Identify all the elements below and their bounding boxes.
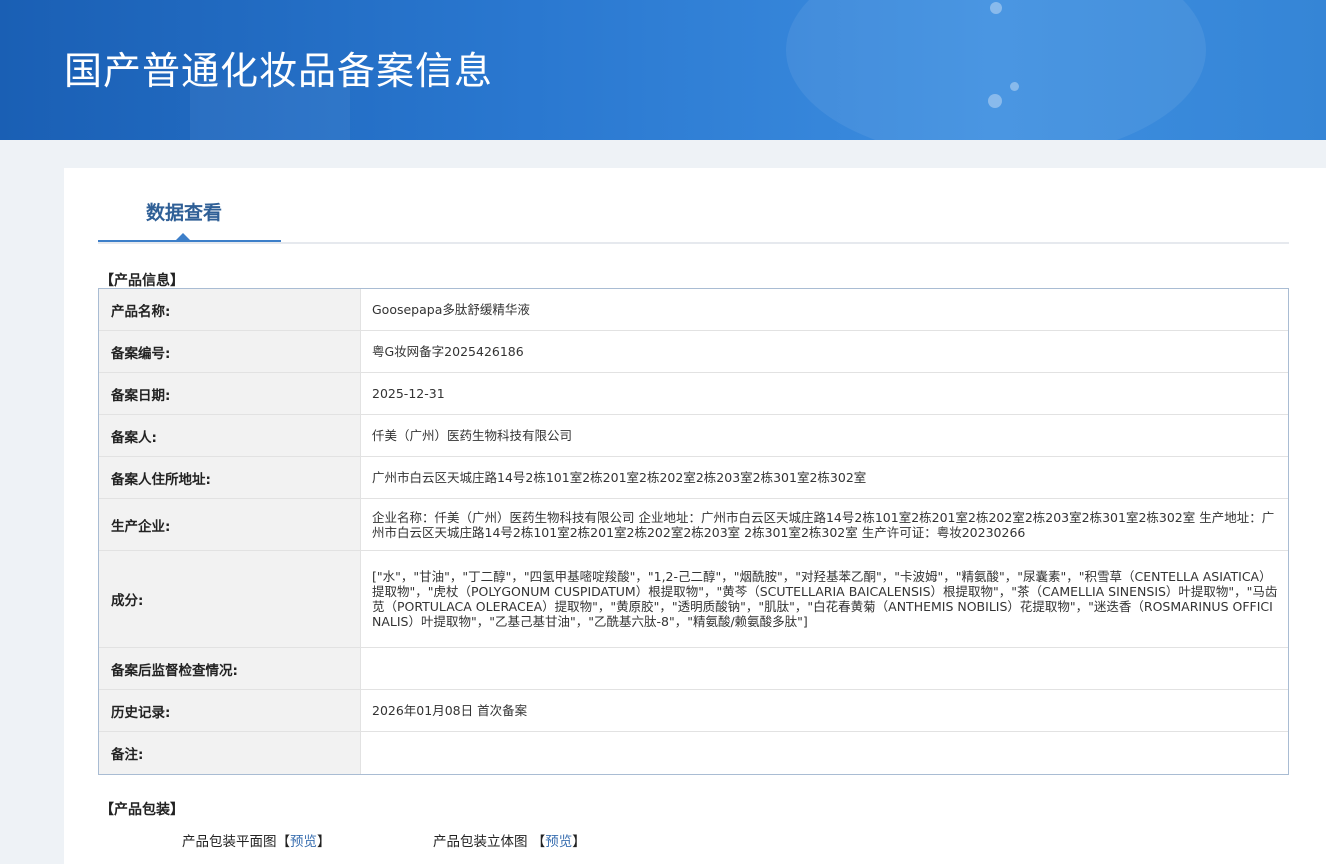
table-row: 备案后监督检查情况: (99, 648, 1288, 690)
tab-label: 数据查看 (146, 202, 223, 224)
table-row: 备案人: 仟美（广州）医药生物科技有限公司 (99, 415, 1288, 457)
table-row: 备案编号: 粤G妆网备字2025426186 (99, 331, 1288, 373)
banner-decoration (988, 94, 1002, 108)
row-label: 备案人: (99, 415, 361, 456)
row-label: 生产企业: (99, 499, 361, 550)
preview-flat-link[interactable]: 预览 (290, 834, 317, 850)
row-value: 广州市白云区天城庄路14号2栋101室2栋201室2栋202室2栋203室2栋3… (372, 470, 867, 485)
tab-caret-icon (176, 233, 190, 240)
preview-3d-link[interactable]: 预览 (545, 834, 572, 850)
table-row: 生产企业: 企业名称：仟美（广州）医药生物科技有限公司 企业地址：广州市白云区天… (99, 499, 1288, 551)
packaging-3d-label: 产品包装立体图 (433, 834, 528, 850)
section-title-product-info: 【产品信息】 (100, 273, 184, 289)
row-value: 仟美（广州）医药生物科技有限公司 (372, 428, 573, 443)
tab-data-view[interactable]: 数据查看 (98, 168, 281, 242)
row-label: 成分: (99, 551, 361, 647)
table-row: 备案人住所地址: 广州市白云区天城庄路14号2栋101室2栋201室2栋202室… (99, 457, 1288, 499)
row-value: 粤G妆网备字2025426186 (372, 344, 524, 359)
banner-decoration (1010, 82, 1019, 91)
row-label: 备注: (99, 732, 361, 774)
banner-decoration (786, 0, 1206, 140)
row-value: Goosepapa多肽舒缓精华液 (372, 302, 530, 317)
row-label: 产品名称: (99, 289, 361, 330)
banner-decoration (990, 2, 1002, 14)
row-label: 备案日期: (99, 373, 361, 414)
bracket-open: 【 (531, 834, 546, 850)
page-banner: 国产普通化妆品备案信息 (0, 0, 1326, 140)
row-value (361, 732, 1288, 774)
row-value: 企业名称：仟美（广州）医药生物科技有限公司 企业地址：广州市白云区天城庄路14号… (372, 509, 1275, 540)
table-row: 成分: ["水"，"甘油"，"丁二醇"，"四氢甲基嘧啶羧酸"，"1,2-己二醇"… (99, 551, 1288, 648)
content-panel: 数据查看 【产品信息】 产品名称: Goosepapa多肽舒缓精华液 备案编号:… (64, 168, 1326, 864)
row-label: 历史记录: (99, 690, 361, 731)
table-row: 备案日期: 2025-12-31 (99, 373, 1288, 415)
row-value (361, 648, 1288, 689)
bracket-close: 】 (572, 834, 586, 850)
row-label: 备案人住所地址: (99, 457, 361, 498)
bracket-open: 【 (276, 834, 291, 850)
row-value: ["水"，"甘油"，"丁二醇"，"四氢甲基嘧啶羧酸"，"1,2-己二醇"，"烟酰… (372, 569, 1278, 629)
row-label: 备案后监督检查情况: (99, 648, 361, 689)
product-info-table: 产品名称: Goosepapa多肽舒缓精华液 备案编号: 粤G妆网备字20254… (98, 288, 1289, 775)
row-value: 2026年01月08日 首次备案 (372, 703, 528, 718)
row-label: 备案编号: (99, 331, 361, 372)
table-row: 历史记录: 2026年01月08日 首次备案 (99, 690, 1288, 732)
page-title: 国产普通化妆品备案信息 (64, 49, 494, 93)
packaging-3d-view: 产品包装立体图 【预览】 (433, 830, 586, 850)
packaging-flat-label: 产品包装平面图 (182, 834, 277, 850)
table-row: 备注: (99, 732, 1288, 774)
packaging-flat-view: 产品包装平面图【预览】 (182, 830, 331, 850)
row-value: 2025-12-31 (372, 386, 445, 401)
tab-bar: 数据查看 (98, 168, 1289, 244)
table-row: 产品名称: Goosepapa多肽舒缓精华液 (99, 289, 1288, 331)
section-title-packaging: 【产品包装】 (100, 802, 184, 818)
bracket-close: 】 (317, 834, 331, 850)
